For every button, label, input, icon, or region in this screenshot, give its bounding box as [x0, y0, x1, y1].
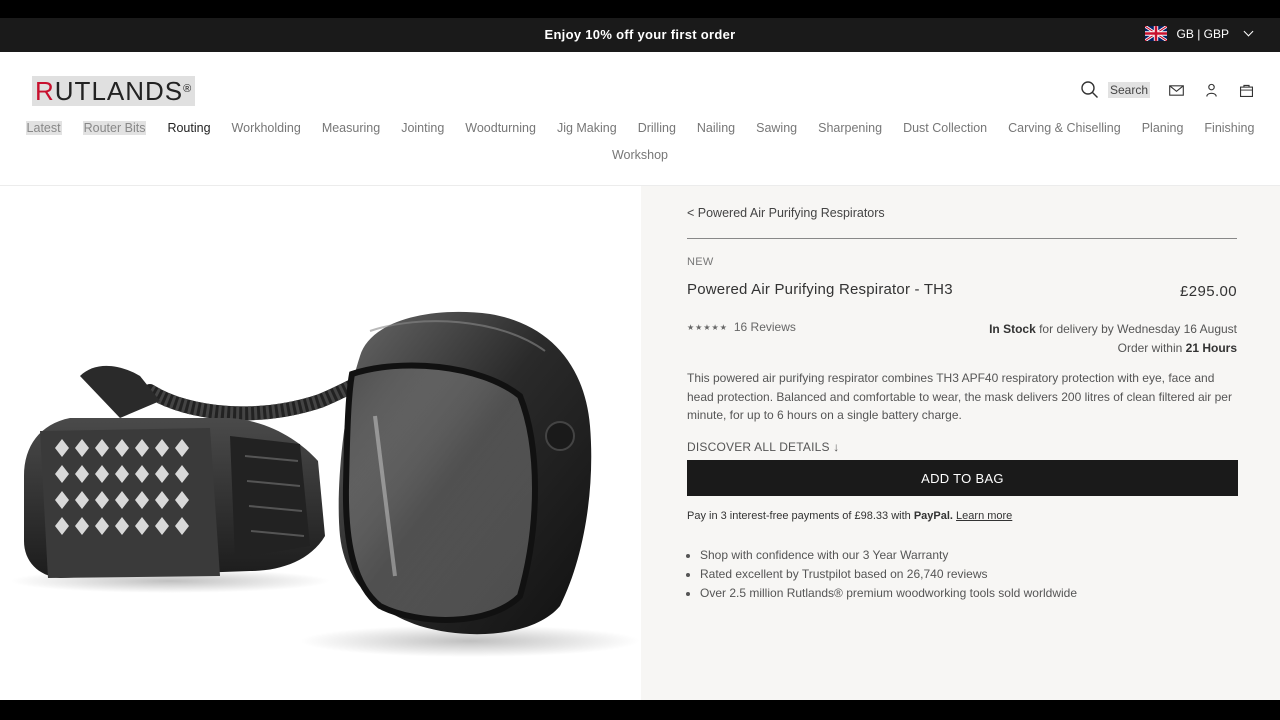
list-item: Shop with confidence with our 3 Year War…	[700, 546, 1077, 565]
main-nav: Latest Router Bits Routing Workholding M…	[0, 121, 1280, 162]
nav-item-jointing[interactable]: Jointing	[401, 121, 444, 135]
nav-item-finishing[interactable]: Finishing	[1204, 121, 1254, 135]
product-main: < Powered Air Purifying Respirators NEW …	[0, 186, 1280, 700]
nav-item-jig-making[interactable]: Jig Making	[557, 121, 617, 135]
promo-message[interactable]: Enjoy 10% off your first order	[0, 27, 1280, 42]
respirator-illustration	[10, 311, 640, 657]
search-icon	[1081, 81, 1098, 98]
breadcrumb-back-link[interactable]: < Powered Air Purifying Respirators	[687, 206, 885, 220]
nav-item-workshop[interactable]: Workshop	[612, 148, 668, 162]
screen-top-frame	[0, 0, 1280, 18]
nav-item-routing[interactable]: Routing	[167, 121, 210, 135]
product-title: Powered Air Purifying Respirator - TH3	[687, 281, 953, 298]
paypal-text: Pay in 3 interest-free payments of £98.3…	[687, 510, 914, 522]
product-info-panel: < Powered Air Purifying Respirators NEW …	[641, 186, 1280, 700]
list-item: Over 2.5 million Rutlands® premium woodw…	[700, 584, 1077, 603]
chevron-down-icon	[1243, 26, 1254, 37]
nav-item-latest[interactable]: Latest	[25, 121, 62, 135]
order-prefix: Order within	[1117, 341, 1186, 355]
region-selector[interactable]: GB | GBP	[1144, 26, 1254, 41]
nav-item-measuring[interactable]: Measuring	[322, 121, 380, 135]
discover-details-link[interactable]: DISCOVER ALL DETAILS ↓	[687, 440, 839, 454]
promo-bar: Enjoy 10% off your first order GB | GBP	[0, 18, 1280, 52]
review-count: 16 Reviews	[733, 320, 796, 334]
search-label: Search	[1107, 82, 1150, 98]
paypal-brand: PayPal.	[913, 510, 953, 522]
search-button[interactable]: Search	[1080, 80, 1150, 100]
stock-info: In Stock for delivery by Wednesday 16 Au…	[989, 320, 1237, 358]
reviews-link[interactable]: ★★★★★ 16 Reviews	[687, 320, 796, 334]
mail-icon[interactable]	[1166, 80, 1186, 100]
screen-bottom-frame	[0, 700, 1280, 720]
star-rating-icon: ★★★★★	[687, 322, 728, 332]
nav-item-planing[interactable]: Planing	[1142, 121, 1184, 135]
stock-status: In Stock	[989, 322, 1036, 336]
paypal-message: Pay in 3 interest-free payments of £98.3…	[687, 510, 1012, 522]
list-item: Rated excellent by Trustpilot based on 2…	[700, 565, 1077, 584]
product-description: This powered air purifying respirator co…	[687, 371, 1232, 422]
uk-flag-icon	[1144, 26, 1167, 41]
product-image[interactable]	[0, 186, 641, 700]
nav-item-nailing[interactable]: Nailing	[697, 121, 735, 135]
add-to-bag-button[interactable]: ADD TO BAG	[687, 460, 1238, 496]
header-actions: Search	[1080, 80, 1256, 100]
divider	[687, 238, 1237, 239]
delivery-date: for delivery by Wednesday 16 August	[1035, 322, 1237, 336]
paypal-learn-more-link[interactable]: Learn more	[956, 510, 1012, 522]
nav-item-dust-collection[interactable]: Dust Collection	[903, 121, 987, 135]
nav-item-sharpening[interactable]: Sharpening	[818, 121, 882, 135]
stock-line: In Stock for delivery by Wednesday 16 Au…	[989, 320, 1237, 339]
account-icon[interactable]	[1201, 80, 1221, 100]
nav-item-woodturning[interactable]: Woodturning	[465, 121, 536, 135]
product-price: £295.00	[1179, 283, 1237, 300]
region-label: GB | GBP	[1176, 26, 1229, 41]
new-badge: NEW	[687, 256, 714, 268]
nav-row: Latest Router Bits Routing Workholding M…	[0, 121, 1280, 135]
benefit-list: Shop with confidence with our 3 Year War…	[700, 546, 1077, 603]
nav-item-sawing[interactable]: Sawing	[756, 121, 797, 135]
order-line: Order within 21 Hours	[989, 339, 1237, 358]
nav-row: Workshop	[0, 148, 1280, 162]
site-header: RUTLANDS® Search Latest Router Bits Rout…	[0, 52, 1280, 186]
bag-icon[interactable]	[1236, 80, 1256, 100]
nav-item-carving-chiselling[interactable]: Carving & Chiselling	[1008, 121, 1121, 135]
nav-item-router-bits[interactable]: Router Bits	[82, 121, 147, 135]
nav-item-workholding[interactable]: Workholding	[232, 121, 301, 135]
nav-item-drilling[interactable]: Drilling	[638, 121, 676, 135]
rutlands-logo[interactable]: RUTLANDS®	[32, 76, 196, 106]
order-time: 21 Hours	[1185, 341, 1237, 355]
